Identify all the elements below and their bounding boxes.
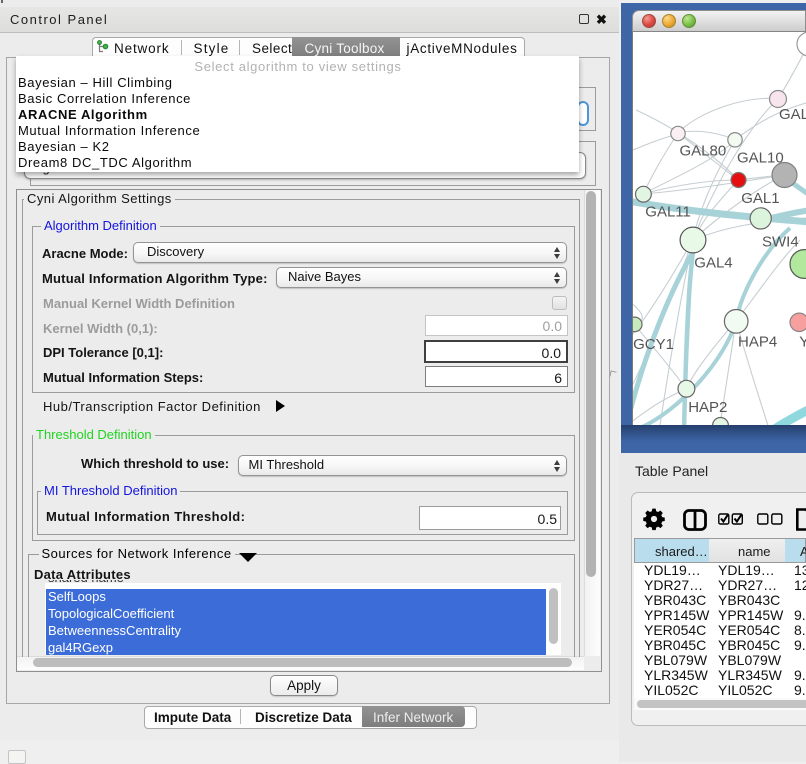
svg-text:HAP4: HAP4 — [738, 333, 777, 350]
svg-text:GCY1: GCY1 — [633, 336, 674, 353]
svg-text:GAL11: GAL11 — [645, 203, 691, 220]
svg-text:HAP2: HAP2 — [688, 399, 727, 416]
svg-text:GAL: GAL — [779, 106, 806, 123]
svg-text:GAL10: GAL10 — [737, 149, 784, 166]
svg-text:Y: Y — [799, 333, 806, 350]
svg-text:GAL80: GAL80 — [680, 143, 727, 160]
svg-text:GAL1: GAL1 — [741, 190, 779, 207]
svg-text:SWI4: SWI4 — [762, 234, 799, 251]
svg-text:GAL4: GAL4 — [694, 255, 732, 272]
